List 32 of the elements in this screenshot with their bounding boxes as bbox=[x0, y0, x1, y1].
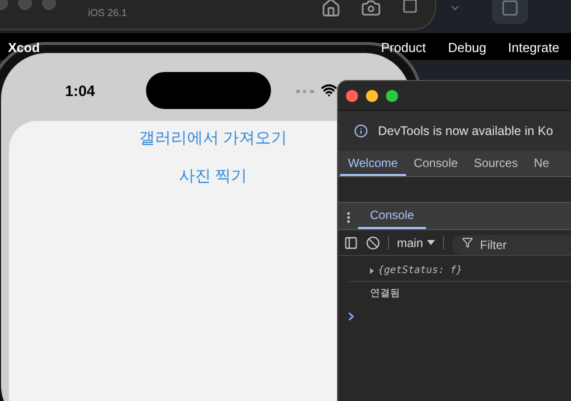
menu-item[interactable]: Debug bbox=[448, 38, 486, 58]
square-icon bbox=[501, 0, 519, 17]
status-time: 1:04 bbox=[65, 82, 96, 102]
minimize-button[interactable] bbox=[366, 90, 378, 102]
sidebar-icon[interactable] bbox=[344, 236, 358, 250]
devtools-tab[interactable]: Console bbox=[406, 151, 466, 176]
clear-icon[interactable] bbox=[366, 236, 380, 250]
signal-icon bbox=[296, 90, 314, 93]
context-dropdown[interactable]: main bbox=[397, 234, 436, 252]
menu-item[interactable]: Integrate bbox=[508, 38, 560, 58]
prompt-icon[interactable] bbox=[348, 312, 354, 321]
home-icon[interactable] bbox=[321, 0, 341, 18]
close-button[interactable] bbox=[346, 90, 358, 102]
kebab-icon bbox=[346, 212, 350, 223]
banner-text: DevTools is now available in Ko bbox=[378, 122, 554, 140]
os-version: iOS 26.1 bbox=[88, 7, 127, 21]
zoom-button[interactable] bbox=[386, 90, 398, 102]
filter-icon bbox=[462, 237, 474, 248]
camera-icon[interactable] bbox=[361, 0, 381, 18]
devtools-tab[interactable]: Ne bbox=[526, 151, 558, 176]
console-message: 연결됨 bbox=[370, 286, 400, 300]
console-object[interactable]: {getStatus: f} bbox=[378, 263, 462, 278]
menu-item[interactable]: Xcod bbox=[8, 38, 40, 58]
drawer-tab[interactable]: Console bbox=[358, 203, 426, 229]
menu-item[interactable]: Product bbox=[381, 38, 426, 58]
info-icon bbox=[354, 124, 368, 138]
devtools-tab[interactable]: Sources bbox=[466, 151, 526, 176]
filter-field[interactable]: Filter bbox=[452, 234, 571, 254]
toolbar-button[interactable] bbox=[492, 0, 528, 24]
wifi-icon bbox=[321, 82, 337, 98]
caret-icon bbox=[427, 240, 436, 245]
expand-triangle-icon[interactable] bbox=[370, 268, 374, 274]
